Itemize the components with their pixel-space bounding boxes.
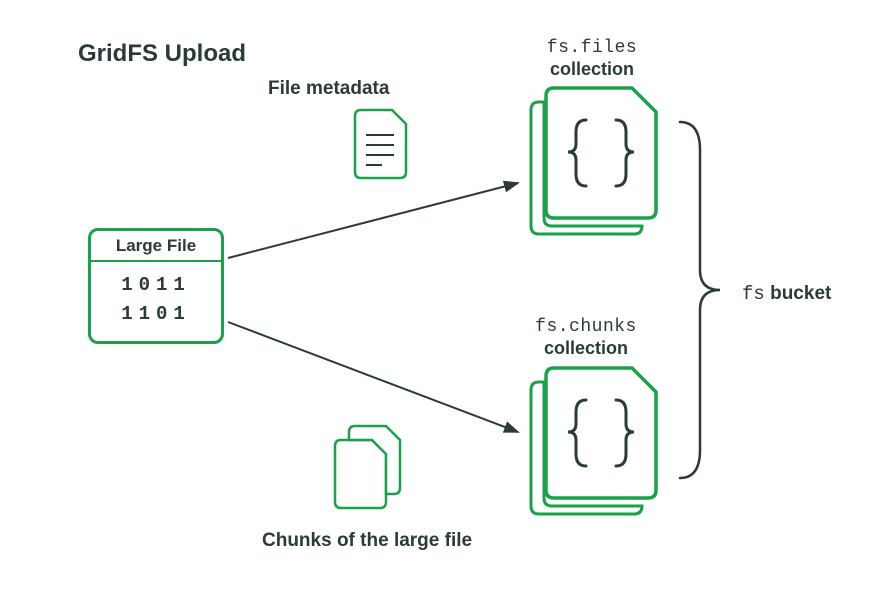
collection-word-2: collection xyxy=(516,338,656,359)
collection-word-1: collection xyxy=(522,59,662,80)
bits-line-1: 1011 xyxy=(91,271,221,300)
files-collection-label: fs.files collection xyxy=(522,38,662,79)
files-collection-name: fs.files xyxy=(522,38,662,59)
chunk-documents-icon xyxy=(335,426,400,508)
chunks-collection-icon xyxy=(531,368,656,514)
bucket-prefix: fs xyxy=(742,283,765,305)
diagram-title: GridFS Upload xyxy=(78,40,246,68)
file-metadata-label: File metadata xyxy=(268,78,389,100)
files-collection-icon xyxy=(531,88,656,234)
chunks-label: Chunks of the large file xyxy=(262,530,472,552)
large-file-bits: 1011 1101 xyxy=(91,262,221,330)
large-file-label: Large File xyxy=(91,231,221,262)
document-icon xyxy=(355,110,406,178)
arrow-to-files xyxy=(228,183,518,258)
chunks-collection-label: fs.chunks collection xyxy=(516,317,656,358)
fs-bucket-label: fs bucket xyxy=(742,283,831,305)
large-file-box: Large File 1011 1101 xyxy=(88,228,224,344)
bits-line-2: 1101 xyxy=(91,300,221,329)
bucket-brace-icon xyxy=(680,122,720,478)
arrow-to-chunks xyxy=(228,322,518,432)
chunks-collection-name: fs.chunks xyxy=(516,317,656,338)
bucket-word: bucket xyxy=(770,283,831,304)
